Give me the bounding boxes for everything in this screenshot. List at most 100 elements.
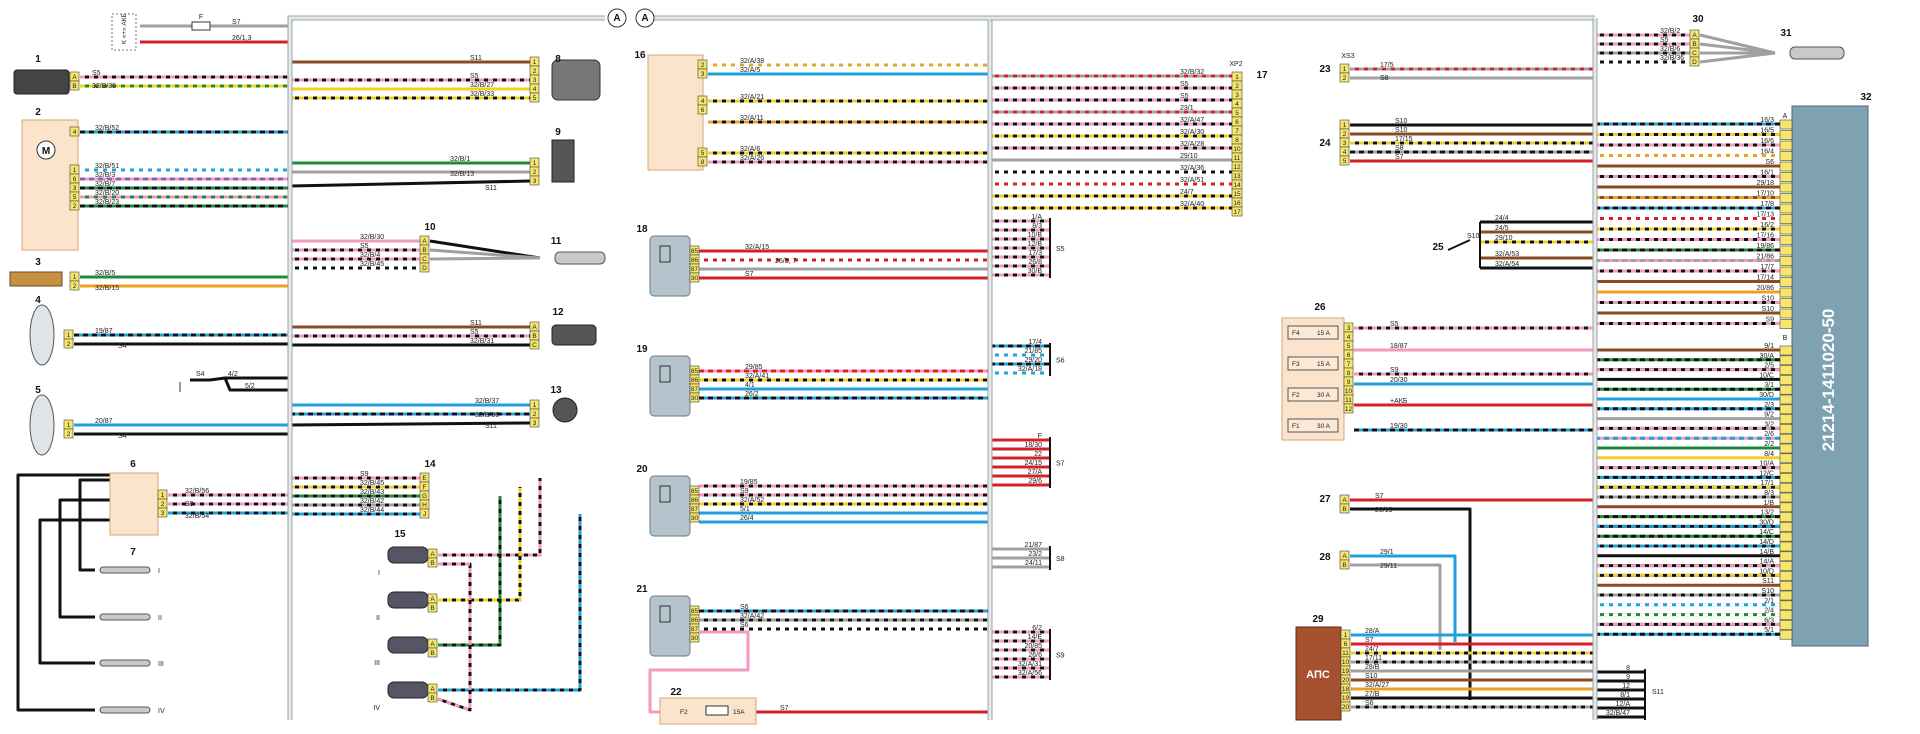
pin-label: 1 bbox=[73, 167, 77, 174]
wire-label: 29/1 bbox=[1380, 549, 1394, 556]
pin-label: A bbox=[430, 641, 435, 648]
wire-label: 32/A/51 bbox=[1180, 177, 1204, 184]
ecu-a-label: 21/86 bbox=[1756, 254, 1774, 261]
fuse-26-amp: 30 A bbox=[1317, 423, 1331, 430]
wire-label: 28/B bbox=[1365, 664, 1380, 671]
ecu-b-label: 13/2 bbox=[1760, 510, 1774, 517]
wire-label: S6 bbox=[1365, 700, 1374, 707]
inj-1 bbox=[438, 487, 522, 602]
pin-label: B bbox=[430, 695, 434, 702]
ecu-b-pin bbox=[1779, 531, 1793, 542]
pin-label: 12 bbox=[1233, 164, 1241, 171]
ecu-b-pin bbox=[1779, 561, 1793, 571]
pin-label: B bbox=[430, 560, 434, 567]
wire-label: 32/A/30 bbox=[1180, 129, 1204, 136]
wire-label: 32/A/54 bbox=[1495, 261, 1519, 268]
pin-label: 86 bbox=[691, 257, 699, 264]
wire-label: 32/A/21 bbox=[740, 94, 764, 101]
ecu-b-pin bbox=[1779, 473, 1793, 483]
splice-s5-label: 10/B bbox=[1028, 232, 1043, 239]
pin-label: A bbox=[72, 74, 77, 81]
component-number: 21 bbox=[636, 584, 648, 595]
ecu-b-label: 3/1 bbox=[1764, 382, 1774, 389]
wire-label: S5 bbox=[470, 329, 479, 336]
component-number: 16 bbox=[634, 50, 646, 61]
injector-cyl-label: II bbox=[376, 615, 380, 622]
injector-4 bbox=[387, 681, 429, 699]
splice-s5-label: 8/3 bbox=[1032, 223, 1042, 230]
inj-3 bbox=[438, 514, 582, 692]
connector-12: ABC bbox=[529, 321, 540, 350]
fuse-22-name: F2 bbox=[680, 709, 688, 716]
wire-label: 32/B/20 bbox=[95, 190, 119, 197]
pin-label: 8 bbox=[1235, 137, 1239, 144]
relay-20 bbox=[649, 475, 691, 537]
pin-label: 6 bbox=[1347, 352, 1351, 359]
ecu-a-label: 17/14 bbox=[1756, 275, 1774, 282]
connector-6: 1 2 3 bbox=[157, 489, 168, 518]
ecu-b-pin bbox=[1779, 414, 1793, 424]
ecu-b-label: 9/2 bbox=[1764, 412, 1774, 419]
pin-label: C bbox=[532, 342, 537, 349]
component-12-crank-sensor bbox=[551, 324, 597, 346]
pin-label: 1 bbox=[533, 402, 537, 409]
wire-label: 32/A/38 bbox=[740, 58, 764, 65]
pin-label: 3 bbox=[533, 420, 537, 427]
spark-plug-label: IV bbox=[158, 708, 165, 715]
pin-label: 8 bbox=[701, 159, 705, 166]
pin-label: G bbox=[422, 493, 427, 500]
ecu-b-label: 10/D bbox=[1759, 568, 1774, 575]
injector-1 bbox=[387, 546, 429, 564]
injector-cyl-label: III bbox=[374, 660, 380, 667]
splice-s9-name: S9 bbox=[1056, 653, 1065, 660]
wire-label: 32/B/27 bbox=[470, 82, 494, 89]
inj-1 bbox=[438, 487, 522, 602]
wire-label: 32/B/35 bbox=[92, 83, 116, 90]
wire-label: 32/A/53 bbox=[1495, 251, 1519, 258]
ecu-a-pin bbox=[1779, 214, 1793, 224]
ecu-a-label: 20/86 bbox=[1756, 285, 1774, 292]
pin-label: F bbox=[423, 484, 427, 491]
pin-label: 10 bbox=[1233, 146, 1241, 153]
pin-label: 85 bbox=[691, 248, 699, 255]
component-9-tps bbox=[551, 139, 575, 183]
pin-label: 15 bbox=[1233, 191, 1241, 198]
component-number: 20 bbox=[636, 464, 648, 475]
relay-21 bbox=[649, 595, 691, 657]
pin-label: A bbox=[430, 551, 435, 558]
component-number: 13 bbox=[550, 385, 562, 396]
pin-label: 9 bbox=[1347, 379, 1351, 386]
ecu-a-pin bbox=[1779, 235, 1793, 245]
pin-label: 1 bbox=[1235, 74, 1239, 81]
bus-left bbox=[287, 15, 605, 720]
wire-label: 29/11 bbox=[1380, 563, 1397, 570]
ecu-a-pin bbox=[1779, 277, 1793, 287]
ecu-b-pin bbox=[1779, 551, 1793, 562]
splice-s11-name: S11 bbox=[1652, 689, 1664, 696]
pin-label: 1 bbox=[1343, 66, 1347, 73]
pin-label: B bbox=[1342, 506, 1346, 513]
wire-label: S5 bbox=[360, 243, 369, 250]
ecu-b-label: 8/3 bbox=[1764, 490, 1774, 497]
wire-label: 19/85 bbox=[740, 479, 758, 486]
splice-s8-name: S8 bbox=[1056, 556, 1065, 563]
pin-label: C bbox=[422, 256, 427, 263]
pin-label: H bbox=[422, 502, 427, 509]
connector-1: AB bbox=[69, 71, 80, 91]
pin-label: 1 bbox=[67, 422, 71, 429]
injector-cyl-label: I bbox=[378, 570, 380, 577]
pin-label: 6 bbox=[73, 176, 77, 183]
splice-s6-label: 21/85 bbox=[1024, 348, 1042, 355]
ecu-b-pin bbox=[1779, 365, 1793, 375]
wire-label: 4/1 bbox=[745, 382, 755, 389]
pin-label: 5 bbox=[1343, 158, 1347, 165]
ecu-b-label: 2/5 bbox=[1764, 363, 1774, 370]
bus-left bbox=[288, 16, 605, 720]
xp2-title: XP2 bbox=[1229, 61, 1242, 68]
splice-s5-label: 1/A bbox=[1031, 214, 1042, 221]
splice-s6-label: 29/20 bbox=[1024, 357, 1042, 364]
wire-label: 32/B/7 bbox=[95, 181, 115, 188]
ecu-block-b-label: B bbox=[1783, 335, 1788, 342]
wiring-diagram: AB41635212121212312345123ABCDABC123EFGHJ… bbox=[9, 8, 1872, 725]
pin-label: E bbox=[422, 475, 427, 482]
